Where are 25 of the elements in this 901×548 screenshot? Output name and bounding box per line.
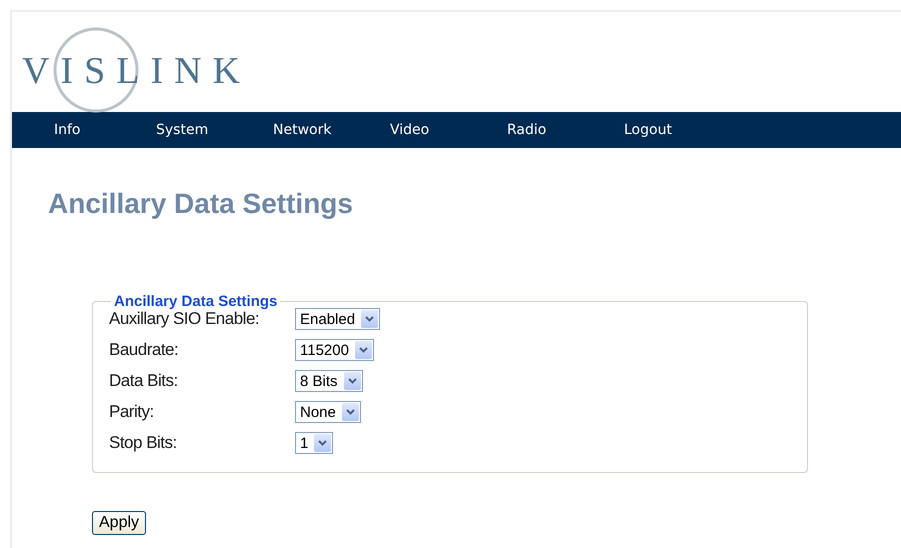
nav-link[interactable]: System: [114, 122, 231, 138]
dropdown[interactable]: 1: [295, 432, 334, 454]
page-title: Ancillary Data Settings: [48, 188, 354, 220]
field-label: Auxillary SIO Enable:: [109, 309, 260, 329]
nav-link[interactable]: Logout: [582, 122, 699, 138]
nav-link[interactable]: Video: [348, 122, 465, 138]
field-label: Stop Bits:: [109, 433, 177, 453]
dropdown[interactable]: 8 Bits: [295, 370, 363, 392]
caret-icon: [314, 434, 332, 452]
nav-link[interactable]: Network: [231, 122, 348, 138]
dropdown[interactable]: Enabled: [295, 308, 380, 330]
field-label: Parity:: [109, 402, 154, 422]
logo-text: VISLINK: [22, 49, 251, 93]
field-label: Data Bits:: [109, 371, 178, 391]
panel-legend: Ancillary Data Settings: [111, 293, 280, 310]
caret-icon: [342, 403, 359, 421]
nav-link[interactable]: Info: [12, 122, 114, 138]
caret-icon: [361, 310, 378, 328]
field-label: Baudrate:: [109, 340, 178, 360]
dropdown[interactable]: 115200: [295, 339, 374, 361]
dropdown[interactable]: None: [295, 401, 361, 423]
caret-icon: [354, 341, 372, 359]
apply-button[interactable]: Apply: [92, 511, 146, 535]
nav-link[interactable]: Radio: [465, 122, 582, 138]
caret-icon: [344, 372, 361, 390]
